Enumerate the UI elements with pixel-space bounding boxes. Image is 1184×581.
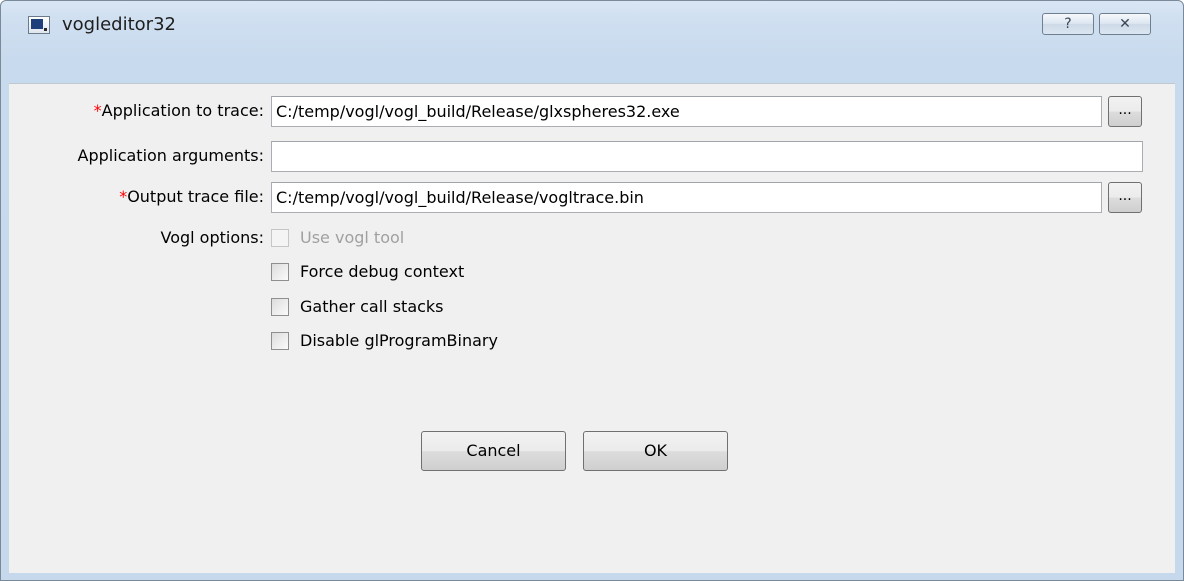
app-trace-label: *Application to trace: — [94, 101, 264, 120]
disable-glprogrambinary-checkbox[interactable] — [271, 332, 289, 350]
dialog-client-area: *Application to trace: C:/temp/vogl/vogl… — [9, 83, 1175, 573]
required-marker: * — [93, 101, 102, 120]
close-button[interactable]: ✕ — [1099, 13, 1151, 35]
gather-call-stacks-checkbox[interactable] — [271, 298, 289, 316]
output-trace-label: *Output trace file: — [119, 187, 264, 206]
help-icon: ? — [1064, 16, 1072, 32]
output-trace-label-text: Output trace file: — [127, 187, 264, 206]
title-bar[interactable]: vogleditor32 ? ✕ — [1, 1, 1183, 51]
close-icon: ✕ — [1119, 16, 1131, 32]
output-trace-browse-button[interactable]: ... — [1108, 182, 1142, 213]
disable-glprogrambinary-label: Disable glProgramBinary — [300, 331, 498, 350]
app-trace-input[interactable]: C:/temp/vogl/vogl_build/Release/glxspher… — [271, 96, 1102, 127]
dialog-window: vogleditor32 ? ✕ *Application to trace: … — [0, 0, 1184, 581]
app-trace-label-text: Application to trace: — [101, 101, 264, 120]
vogl-options-label: Vogl options: — [160, 228, 265, 247]
use-vogl-tool-checkbox[interactable] — [271, 229, 289, 247]
app-window-icon — [28, 16, 50, 34]
use-vogl-tool-label: Use vogl tool — [300, 228, 405, 247]
app-trace-label-box: *Application to trace: — [9, 96, 264, 127]
ok-button[interactable]: OK — [583, 431, 728, 471]
required-marker: * — [119, 187, 128, 206]
gather-call-stacks-label: Gather call stacks — [300, 297, 444, 316]
cancel-button[interactable]: Cancel — [421, 431, 566, 471]
output-trace-input[interactable]: C:/temp/vogl/vogl_build/Release/vogltrac… — [271, 182, 1102, 213]
output-trace-label-box: *Output trace file: — [9, 182, 264, 213]
force-debug-context-checkbox[interactable] — [271, 263, 289, 281]
help-button[interactable]: ? — [1042, 13, 1094, 35]
window-title: vogleditor32 — [62, 14, 176, 35]
app-args-label-box: Application arguments: — [9, 141, 264, 172]
app-trace-browse-button[interactable]: ... — [1108, 96, 1142, 127]
vogl-options-label-box: Vogl options: — [9, 226, 265, 250]
force-debug-context-label: Force debug context — [300, 262, 465, 281]
app-args-label: Application arguments: — [77, 146, 264, 165]
app-args-input[interactable] — [271, 141, 1143, 172]
